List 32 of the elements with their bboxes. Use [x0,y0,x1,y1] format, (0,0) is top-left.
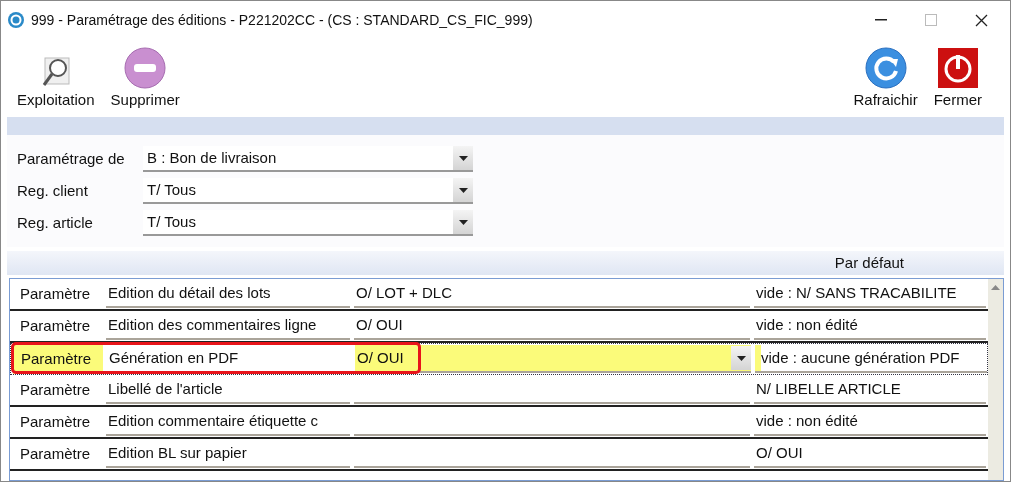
dropdown[interactable]: T/ Tous [143,178,473,204]
caret-icon [458,155,468,161]
window-title: 999 - Paramétrage des éditions - P221202CC - (CS : STANDARD_CS_FIC_999) [31,10,534,30]
field-label: Reg. client [17,180,89,201]
app-icon [7,11,25,29]
scrollbar[interactable] [988,279,1003,480]
minimize-icon[interactable] [875,19,887,21]
field-label: Paramétrage de [17,148,126,169]
maximize-icon[interactable] [925,14,937,26]
minus-icon [124,46,167,89]
row-label: Paramètre [19,315,92,336]
header-label: Par défaut [834,252,904,273]
row-label: Paramètre [19,379,92,400]
dropdown[interactable]: T/ Tous [143,210,473,236]
default-cell: vide : aucune génération PDF [755,345,987,373]
row-label: Paramètre [19,411,92,432]
row-label: Paramètre [19,443,92,464]
power-icon [936,46,979,89]
field-label: Reg. article [17,212,94,233]
tool-button[interactable]: Exploitation [15,45,97,111]
close-icon[interactable] [975,13,988,27]
caret-icon [458,219,468,225]
caret-icon [458,187,468,193]
value-dropdown[interactable]: O/ OUI [355,345,751,373]
scroll-up-icon[interactable] [991,285,1000,290]
dropdown[interactable]: B : Bon de livraison [143,146,473,172]
close-button[interactable]: Fermer [931,45,984,111]
row-label: Paramètre [19,283,92,304]
caret-icon [736,355,746,361]
delete-button[interactable]: Supprimer [108,45,182,111]
refresh-button[interactable]: Rafraichir [851,45,920,111]
refresh-icon [864,46,907,89]
